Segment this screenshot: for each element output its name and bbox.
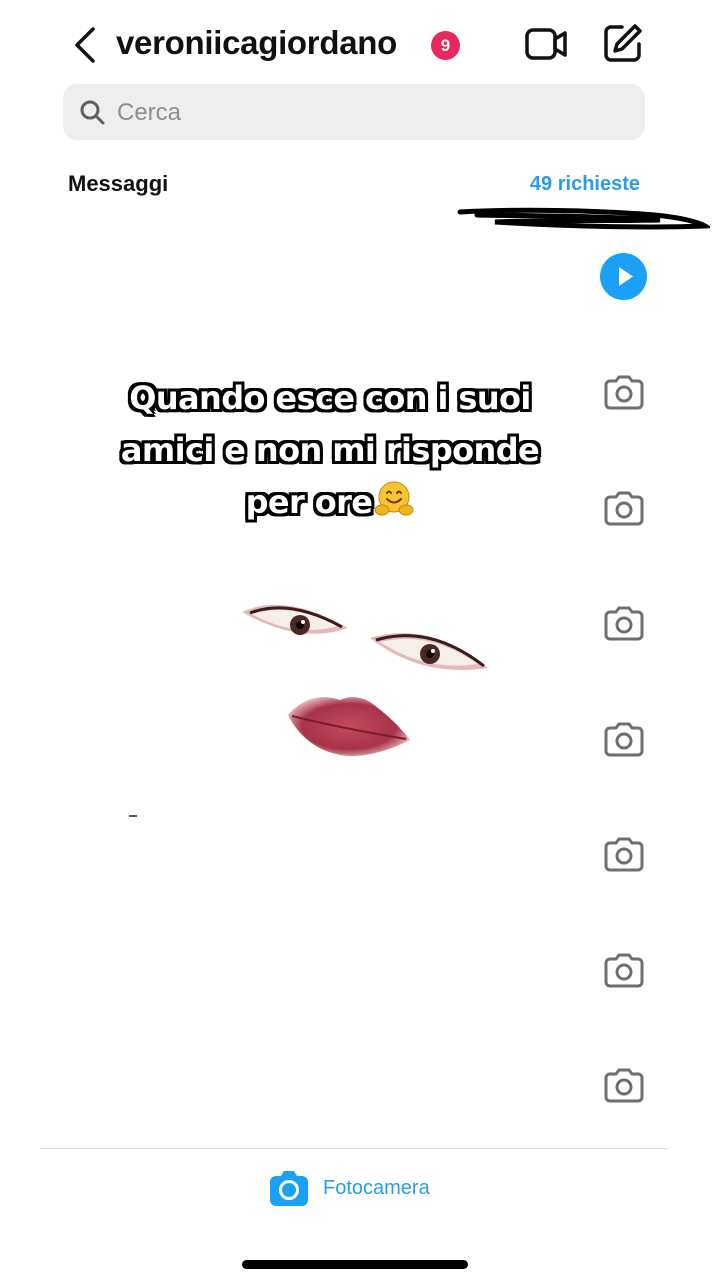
search-icon — [80, 100, 105, 125]
hugging-face-icon — [374, 481, 414, 516]
camera-tab-label: Fotocamera — [323, 1176, 430, 1199]
messages-heading: Messaggi — [68, 171, 169, 196]
caption-line-with-emoji: per ore — [60, 476, 600, 528]
play-icon — [619, 267, 633, 286]
row-camera-button[interactable] — [600, 599, 648, 647]
row-camera-button[interactable] — [600, 830, 648, 878]
camera-icon — [604, 606, 644, 641]
notification-badge: 9 — [431, 31, 460, 60]
message-requests-link[interactable]: 49 richieste — [530, 173, 640, 196]
bottom-divider — [40, 1148, 668, 1149]
camera-icon — [604, 375, 644, 410]
caption-line: Quando esce con i suoi — [129, 379, 531, 417]
camera-icon — [604, 953, 644, 988]
face-sticker — [242, 604, 488, 756]
camera-icon — [604, 491, 644, 526]
new-message-button[interactable] — [602, 22, 644, 64]
overlay-caption: Quando esce con i suoi amici e non mi ri… — [60, 372, 600, 528]
chevron-left-icon — [75, 27, 95, 63]
camera-tab-button[interactable]: Fotocamera — [268, 1166, 430, 1210]
camera-icon — [604, 722, 644, 757]
video-camera-icon — [525, 28, 567, 60]
stray-mark — [129, 815, 137, 817]
play-button[interactable] — [600, 253, 647, 300]
video-call-button[interactable] — [524, 24, 568, 64]
row-camera-button[interactable] — [600, 1061, 648, 1109]
header: veroniicagiordano 9 — [0, 0, 720, 84]
home-indicator[interactable] — [242, 1260, 468, 1269]
camera-icon — [604, 1068, 644, 1103]
back-button[interactable] — [66, 22, 106, 68]
caption-line-text: per ore — [245, 483, 373, 521]
caption-line: amici e non mi risponde — [120, 431, 540, 469]
compose-icon — [604, 24, 642, 62]
search-input[interactable] — [115, 84, 619, 142]
search-bar[interactable] — [63, 84, 645, 142]
camera-icon — [604, 837, 644, 872]
row-camera-button[interactable] — [600, 368, 648, 416]
account-username[interactable]: veroniicagiordano — [116, 24, 397, 62]
row-camera-button[interactable] — [600, 946, 648, 994]
camera-icon — [270, 1171, 308, 1206]
row-camera-button[interactable] — [600, 484, 648, 532]
scribble-redaction — [457, 207, 710, 230]
row-camera-button[interactable] — [600, 715, 648, 763]
